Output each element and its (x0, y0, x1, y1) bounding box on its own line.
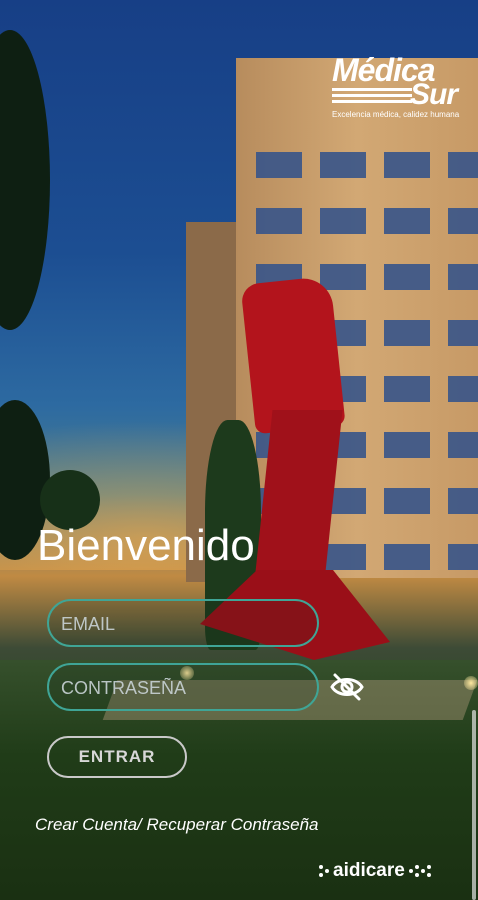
logo-line-2: Sur (410, 78, 458, 111)
brand-dots-right-icon (408, 865, 431, 877)
email-field-container (47, 599, 319, 647)
email-field[interactable] (59, 601, 313, 647)
login-button[interactable]: ENTRAR (47, 736, 187, 778)
brand-name: aidicare (333, 860, 405, 881)
welcome-heading: Bienvenido (37, 521, 255, 570)
password-field[interactable] (59, 665, 313, 711)
medica-sur-logo: Médica Sur Excelencia médica, calidez hu… (330, 54, 470, 120)
eye-off-icon[interactable] (330, 672, 364, 702)
create-account-recover-password-link[interactable]: Crear Cuenta/ Recuperar Contraseña (35, 815, 318, 835)
edge-scroll-indicator (472, 710, 476, 900)
password-field-container (47, 663, 319, 711)
login-screen: Médica Sur Excelencia médica, calidez hu… (0, 0, 478, 900)
logo-stripes (332, 88, 412, 104)
logo-tagline: Excelencia médica, calidez humana (332, 110, 460, 119)
aidicare-brand: aidicare (318, 859, 432, 883)
brand-dots-left-icon (319, 865, 329, 877)
